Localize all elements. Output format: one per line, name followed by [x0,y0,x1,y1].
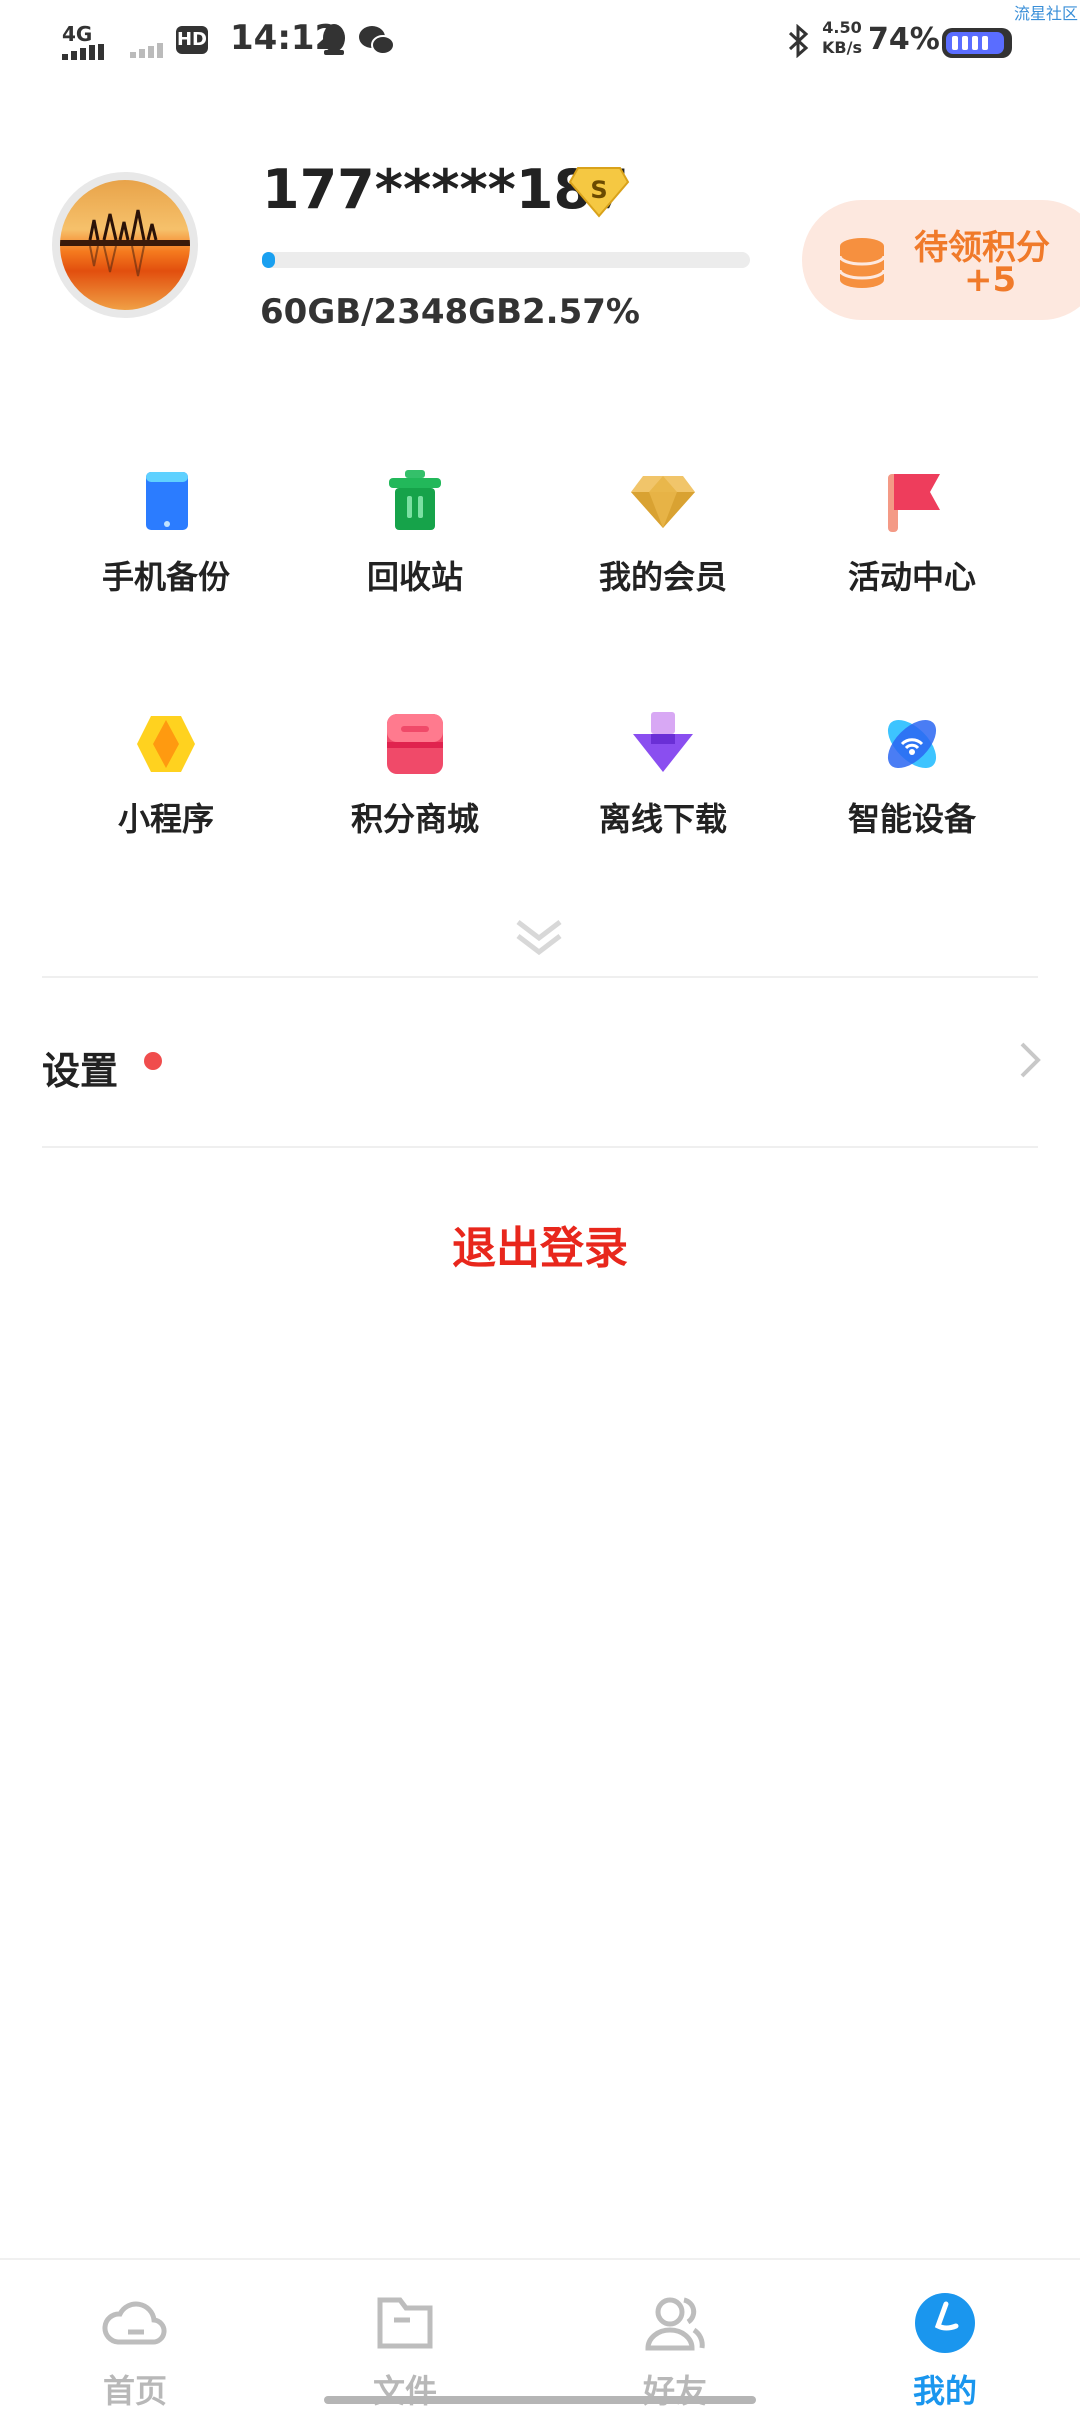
grid-item-recycle-bin[interactable]: 回收站 [290,470,540,650]
tab-me[interactable]: 我的 [810,2260,1080,2410]
divider [42,1146,1038,1148]
storage-progress-bar [262,252,750,268]
friends-icon [645,2297,705,2351]
bluetooth-icon [788,24,809,58]
svg-text:S: S [590,176,607,204]
recycle-bin-icon [389,470,441,530]
smart-device-icon [887,719,937,769]
me-icon [915,2293,975,2353]
folder-icon [377,2297,433,2349]
tab-home[interactable]: 首页 [0,2260,270,2410]
signal-icon [62,44,104,60]
download-icon [633,712,693,772]
hd-badge: HD [176,26,208,54]
battery-percent: 74% [868,22,940,57]
settings-label: 设置 [42,1048,119,1093]
coins-icon [838,238,886,288]
network-speed: 4.50 KB/s [822,18,862,57]
pending-points-button[interactable]: 待领积分 +5 [802,200,1080,320]
grid-label: 小程序 [117,800,214,838]
status-bar: 4G HD 14:12 4.50 KB/s 74% 流星社区 [0,0,1080,80]
mini-program-icon [137,716,195,772]
storage-percent: 2.57% [522,292,640,332]
storage-progress-fill [262,252,275,268]
cloud-icon [102,2301,167,2345]
phone-backup-icon [146,472,188,530]
grid-label: 积分商城 [350,800,479,838]
bottom-tab-bar: 首页 文件 好友 我的 [0,2258,1080,2410]
avatar[interactable] [52,172,198,318]
settings-row[interactable]: 设置 [0,978,1080,1146]
wechat-icon [359,26,395,55]
home-indicator[interactable] [324,2396,756,2404]
grid-label: 回收站 [366,558,463,596]
shop-icon [387,714,443,774]
expand-more-icon[interactable] [514,914,564,958]
vip-badge-icon[interactable]: S [568,164,630,218]
grid-item-mini-program[interactable]: 小程序 [41,712,291,892]
grid-item-membership[interactable]: 我的会员 [538,470,788,650]
grid-label: 智能设备 [847,800,976,838]
grid-label: 离线下载 [598,800,727,838]
tab-label: 我的 [912,2372,977,2410]
network-indicator: 4G [62,22,93,46]
grid-label: 我的会员 [598,558,727,596]
watermark: 流星社区 [1014,4,1079,23]
diamond-icon [631,476,695,528]
battery-icon [942,28,1012,58]
tab-label: 首页 [102,2372,167,2410]
tab-label: 文件 [372,2372,437,2410]
notification-dot [144,1052,162,1070]
signal-2-icon [130,43,163,58]
grid-item-points-mall[interactable]: 积分商城 [290,712,540,892]
grid-label: 活动中心 [847,558,976,596]
tab-files[interactable]: 文件 [270,2260,540,2410]
grid-label: 手机备份 [101,558,230,596]
storage-usage: 60GB/2348GB [260,292,523,332]
logout-button[interactable]: 退出登录 [0,1212,1080,1276]
points-value: +5 [964,260,1017,300]
tab-friends[interactable]: 好友 [540,2260,810,2410]
chevron-right-icon [1020,1042,1041,1078]
grid-item-activity-center[interactable]: 活动中心 [787,470,1037,650]
avatar-image [60,209,190,277]
qq-icon [323,24,345,55]
grid-item-offline-download[interactable]: 离线下载 [538,712,788,892]
flag-icon [888,474,940,532]
tab-label: 好友 [642,2372,707,2410]
grid-item-smart-devices[interactable]: 智能设备 [787,712,1037,892]
grid-item-phone-backup[interactable]: 手机备份 [41,470,291,650]
